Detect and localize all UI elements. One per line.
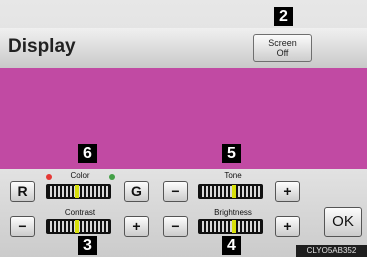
tone-minus-button[interactable]: −	[163, 181, 188, 202]
brightness-plus-button[interactable]: +	[275, 216, 300, 237]
contrast-plus-button[interactable]: +	[124, 216, 149, 237]
image-id-label: CLYO5AB352	[296, 245, 367, 257]
callout-brightness: 4	[222, 236, 241, 255]
callout-color: 6	[78, 144, 97, 163]
tone-level-indicator	[232, 185, 236, 198]
brightness-minus-button[interactable]: −	[163, 216, 188, 237]
tone-label: Tone	[224, 171, 242, 180]
color-red-button[interactable]: R	[10, 181, 35, 202]
tone-level-bar[interactable]	[198, 184, 263, 199]
ok-button[interactable]: OK	[324, 207, 362, 237]
callout-screen-off: 2	[274, 7, 293, 26]
contrast-level-bar[interactable]	[46, 219, 111, 234]
brightness-label: Brightness	[214, 208, 252, 217]
contrast-label: Contrast	[64, 208, 96, 217]
tone-plus-button[interactable]: +	[275, 181, 300, 202]
screen-off-line1: Screen	[268, 38, 297, 48]
callout-contrast: 3	[78, 236, 97, 255]
display-settings-screen: Display Screen Off 2 6 Color R G 5 Tone …	[0, 0, 367, 257]
page-title: Display	[8, 36, 76, 57]
screen-off-line2: Off	[276, 48, 289, 58]
color-label: Color	[70, 171, 90, 180]
color-level-indicator	[75, 185, 79, 198]
contrast-minus-button[interactable]: −	[10, 216, 35, 237]
screen-off-button[interactable]: Screen Off	[253, 34, 312, 62]
contrast-level-indicator	[75, 220, 79, 233]
header-bar: Display Screen Off	[0, 28, 367, 69]
green-dot-icon	[109, 174, 115, 180]
display-preview-area	[0, 68, 367, 169]
callout-tone: 5	[222, 144, 241, 163]
brightness-level-bar[interactable]	[198, 219, 263, 234]
brightness-level-indicator	[232, 220, 236, 233]
color-green-button[interactable]: G	[124, 181, 149, 202]
color-level-bar[interactable]	[46, 184, 111, 199]
